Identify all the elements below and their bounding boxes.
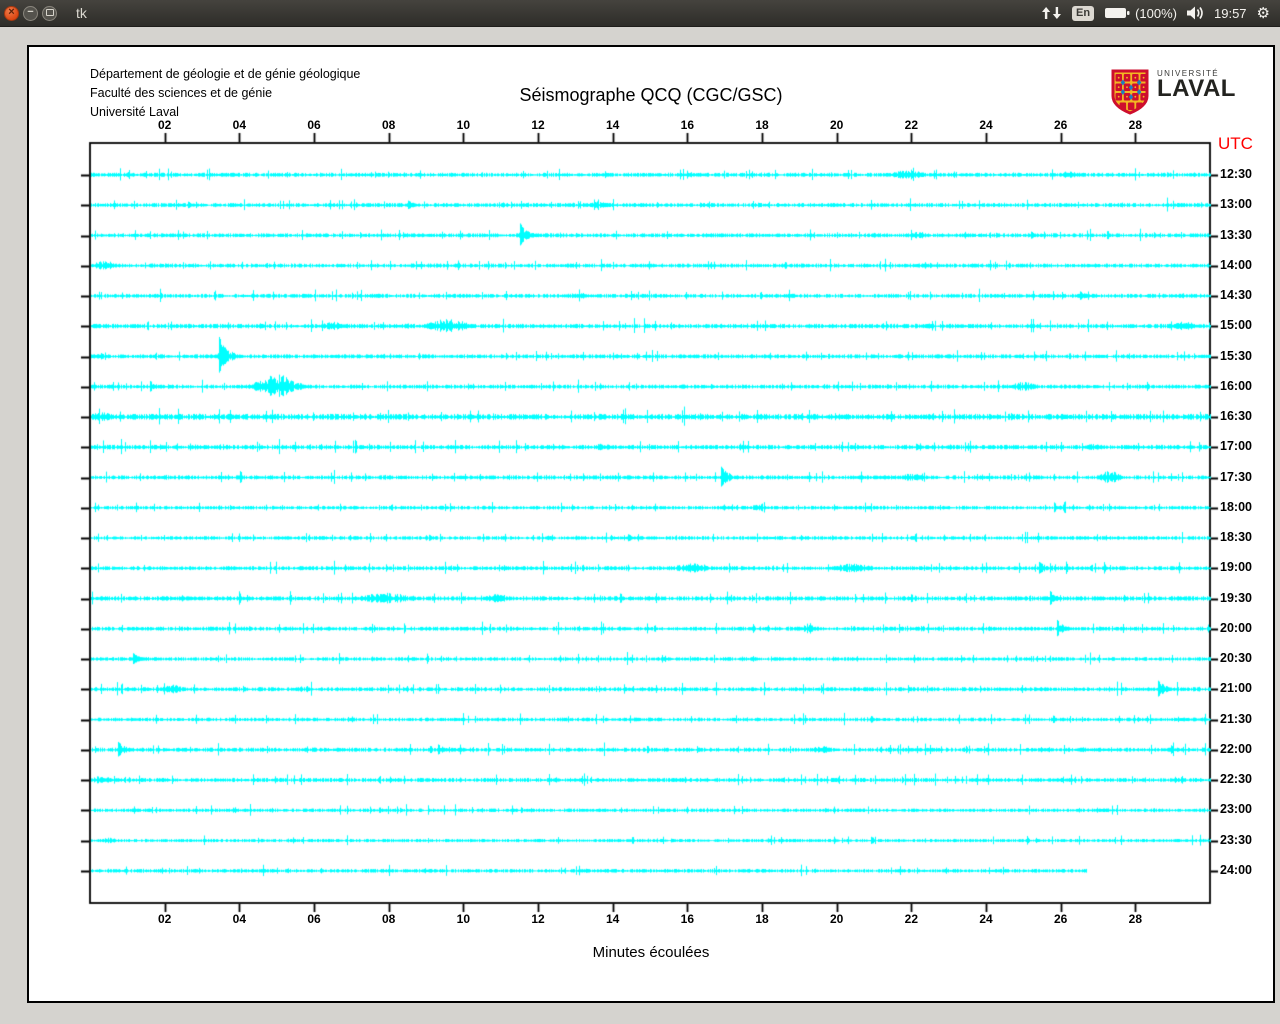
- utc-time-label: 14:00: [1220, 258, 1252, 272]
- x-tick-label-bottom: 18: [746, 912, 778, 926]
- battery-icon: [1104, 6, 1130, 20]
- utc-time-label: 21:30: [1220, 712, 1252, 726]
- minimize-icon: −: [27, 7, 33, 18]
- utc-time-label: 18:30: [1220, 530, 1252, 544]
- window-title: tk: [76, 5, 87, 21]
- utc-time-label: 17:00: [1220, 439, 1252, 453]
- utc-time-label: 22:00: [1220, 742, 1252, 756]
- x-tick-label-top: 18: [746, 118, 778, 132]
- x-tick-label-top: 14: [597, 118, 629, 132]
- x-tick-label-bottom: 24: [970, 912, 1002, 926]
- tk-window-background: Département de géologie et de génie géol…: [0, 26, 1280, 1024]
- volume-icon[interactable]: [1187, 6, 1204, 20]
- x-tick-label-top: 10: [447, 118, 479, 132]
- utc-time-label: 13:00: [1220, 197, 1252, 211]
- utc-time-label: 14:30: [1220, 288, 1252, 302]
- utc-time-label: 15:30: [1220, 349, 1252, 363]
- x-tick-label-top: 02: [149, 118, 181, 132]
- x-tick-label-bottom: 12: [522, 912, 554, 926]
- x-tick-label-bottom: 06: [298, 912, 330, 926]
- utc-time-label: 23:30: [1220, 833, 1252, 847]
- battery-percent: (100%): [1135, 6, 1177, 21]
- x-tick-label-top: 16: [671, 118, 703, 132]
- utc-time-label: 17:30: [1220, 470, 1252, 484]
- utc-time-label: 23:00: [1220, 802, 1252, 816]
- utc-time-label: 19:00: [1220, 560, 1252, 574]
- x-tick-label-bottom: 28: [1119, 912, 1151, 926]
- utc-time-label: 20:30: [1220, 651, 1252, 665]
- utc-time-label: 19:30: [1220, 591, 1252, 605]
- session-gear-icon[interactable]: ⚙: [1257, 6, 1270, 21]
- network-updown-icon[interactable]: [1041, 6, 1062, 20]
- utc-time-label: 15:00: [1220, 318, 1252, 332]
- x-tick-label-bottom: 16: [671, 912, 703, 926]
- x-tick-label-top: 08: [373, 118, 405, 132]
- x-tick-label-bottom: 20: [821, 912, 853, 926]
- utc-time-label: 12:30: [1220, 167, 1252, 181]
- x-tick-label-top: 24: [970, 118, 1002, 132]
- utc-time-label: 24:00: [1220, 863, 1252, 877]
- x-axis-title: Minutes écoulées: [29, 944, 1273, 961]
- x-tick-label-top: 20: [821, 118, 853, 132]
- utc-time-label: 16:30: [1220, 409, 1252, 423]
- maximize-icon: [46, 9, 54, 16]
- battery-indicator[interactable]: (100%): [1104, 6, 1177, 21]
- x-tick-label-bottom: 14: [597, 912, 629, 926]
- utc-time-label: 21:00: [1220, 681, 1252, 695]
- window-controls: × −: [4, 0, 57, 26]
- x-tick-label-top: 28: [1119, 118, 1151, 132]
- utc-time-label: 22:30: [1220, 772, 1252, 786]
- x-tick-label-bottom: 10: [447, 912, 479, 926]
- x-tick-label-bottom: 22: [895, 912, 927, 926]
- keyboard-layout-indicator[interactable]: En: [1072, 6, 1094, 21]
- utc-label: UTC: [1218, 134, 1253, 154]
- x-tick-label-top: 26: [1045, 118, 1077, 132]
- x-tick-label-bottom: 02: [149, 912, 181, 926]
- x-tick-label-bottom: 08: [373, 912, 405, 926]
- utc-time-label: 20:00: [1220, 621, 1252, 635]
- system-tray: En (100%) 19:57 ⚙: [1041, 0, 1270, 26]
- seismogram-canvas: [29, 47, 1273, 1001]
- seismograph-canvas-area: Département de géologie et de génie géol…: [27, 45, 1275, 1003]
- clock[interactable]: 19:57: [1214, 6, 1247, 21]
- window-minimize-button[interactable]: −: [23, 6, 38, 21]
- x-tick-label-bottom: 04: [223, 912, 255, 926]
- x-tick-label-top: 06: [298, 118, 330, 132]
- utc-time-label: 18:00: [1220, 500, 1252, 514]
- utc-time-label: 16:00: [1220, 379, 1252, 393]
- x-tick-label-top: 22: [895, 118, 927, 132]
- close-icon: ×: [8, 7, 14, 18]
- x-tick-label-bottom: 26: [1045, 912, 1077, 926]
- window-maximize-button[interactable]: [42, 6, 57, 21]
- system-panel: × − tk En (100%) 19:57 ⚙: [0, 0, 1280, 27]
- x-tick-label-top: 12: [522, 118, 554, 132]
- utc-time-label: 13:30: [1220, 228, 1252, 242]
- x-tick-label-top: 04: [223, 118, 255, 132]
- window-close-button[interactable]: ×: [4, 6, 19, 21]
